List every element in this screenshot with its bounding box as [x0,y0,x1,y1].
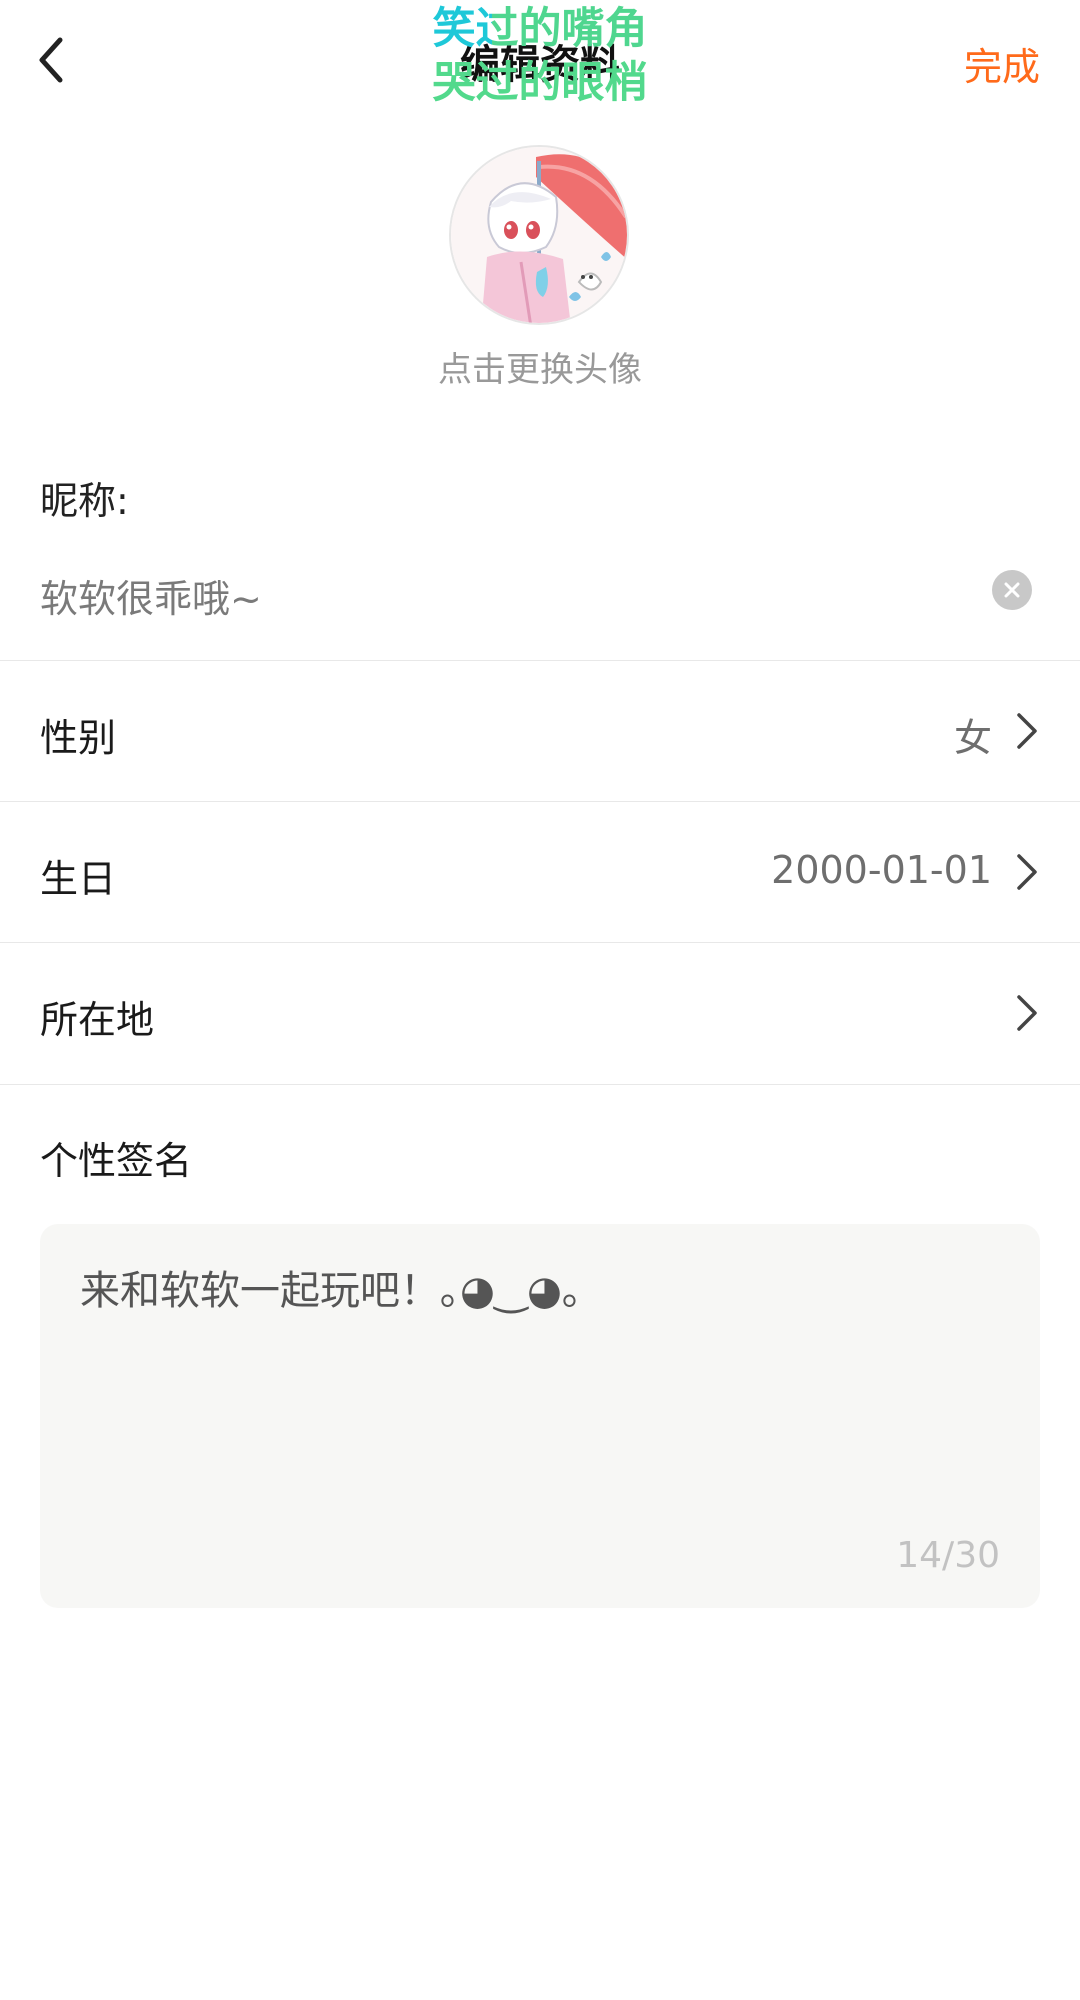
clear-x-icon [1004,582,1020,598]
gender-value: 女 [953,716,992,760]
signature-text: 来和软软一起玩吧！｡◕‿◕｡ [80,1268,582,1314]
chevron-right-icon [1017,995,1037,1031]
chevron-right-icon [1017,854,1037,890]
nickname-label: 昵称: [40,479,129,523]
chevron-right-icon [1017,713,1037,749]
gender-label: 性别 [40,716,117,760]
signature-textarea[interactable]: 来和软软一起玩吧！｡◕‿◕｡ 14/30 [40,1224,1040,1608]
anime-girl-avatar-image [451,147,627,323]
page-title: 编辑资料 [460,42,620,88]
nav-bar: 编辑资料 完成 [0,0,1080,120]
nickname-field[interactable]: 软软很乖哦~ [40,568,262,623]
birthday-label: 生日 [40,857,117,901]
divider [0,1084,1080,1085]
clear-nickname-button[interactable] [992,570,1032,610]
signature-label: 个性签名 [40,1139,193,1183]
change-avatar-hint[interactable]: 点击更换头像 [0,342,1080,391]
done-button[interactable]: 完成 [964,36,1040,91]
location-row[interactable]: 所在地 [0,943,1080,1083]
signature-char-count: 14/30 [896,1535,1000,1576]
birthday-value: 2000-01-01 [771,848,992,892]
birthday-row[interactable]: 生日 2000-01-01 [0,802,1080,942]
location-label: 所在地 [40,998,155,1042]
gender-row[interactable]: 性别 女 [0,661,1080,801]
avatar[interactable] [449,145,629,325]
